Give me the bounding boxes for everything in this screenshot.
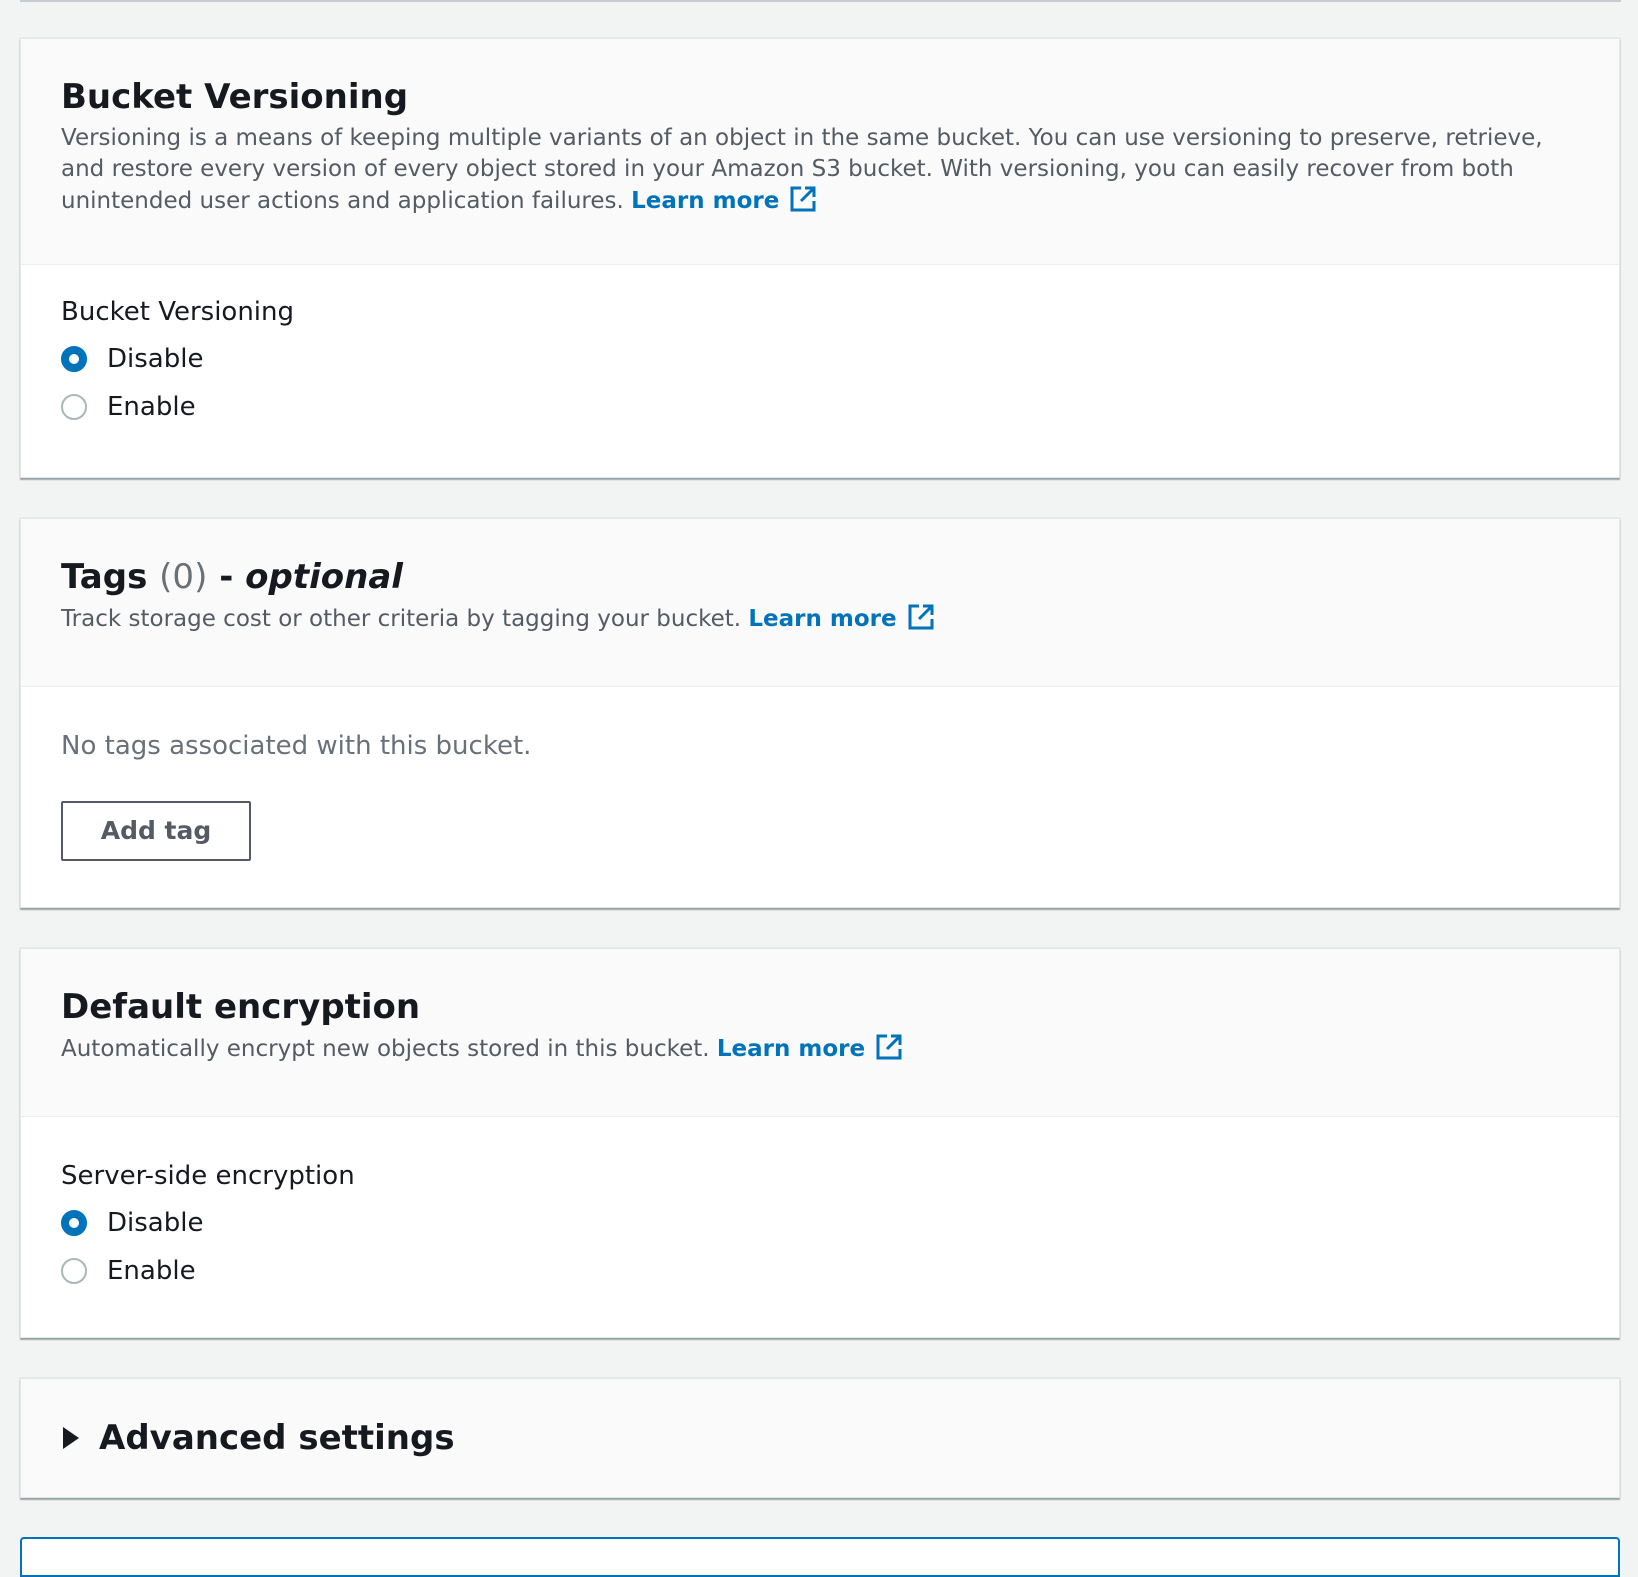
- title-dash: -: [219, 557, 234, 597]
- radio-button[interactable]: [61, 1258, 87, 1284]
- radio-encryption-disable[interactable]: Disable: [61, 1199, 1579, 1247]
- radio-label: Disable: [107, 1208, 204, 1238]
- external-link-icon: [908, 604, 934, 630]
- radio-versioning-enable[interactable]: Enable: [61, 383, 1579, 431]
- previous-panel-edge: [20, 0, 1621, 2]
- tags-count: (0): [159, 557, 208, 597]
- next-panel-edge: [20, 1537, 1620, 1577]
- description-text: Automatically encrypt new objects stored…: [61, 1036, 710, 1062]
- field-label: Bucket Versioning: [61, 297, 295, 327]
- panel-title: Default encryption: [61, 987, 421, 1027]
- tags-title: Tags: [61, 557, 148, 597]
- panel-header: Tags (0) - optional Track storage cost o…: [21, 519, 1619, 687]
- learn-more-link[interactable]: Learn more: [717, 1034, 903, 1062]
- description-text: Track storage cost or other criteria by …: [61, 606, 742, 632]
- caret-right-icon: [63, 1427, 79, 1449]
- panel-body: Bucket Versioning Disable Enable: [21, 265, 1619, 431]
- panel-description: Versioning is a means of keeping multipl…: [61, 123, 1579, 217]
- panel-description: Automatically encrypt new objects stored…: [61, 1033, 1579, 1065]
- external-link-icon: [790, 186, 816, 212]
- radio-versioning-disable[interactable]: Disable: [61, 335, 1579, 383]
- panel-title: Tags (0) - optional: [61, 557, 1579, 597]
- panel-header: Default encryption Automatically encrypt…: [21, 949, 1619, 1117]
- add-tag-button[interactable]: Add tag: [61, 801, 251, 861]
- panel-description: Track storage cost or other criteria by …: [61, 603, 1579, 635]
- advanced-settings-toggle[interactable]: Advanced settings: [21, 1379, 1619, 1497]
- bucket-versioning-panel: Bucket Versioning Versioning is a means …: [20, 38, 1620, 478]
- advanced-settings-panel: Advanced settings: [20, 1378, 1620, 1498]
- radio-button-selected[interactable]: [61, 346, 87, 372]
- panel-body: Server-side encryption Disable Enable: [21, 1117, 1619, 1295]
- radio-button-selected[interactable]: [61, 1210, 87, 1236]
- radio-label: Enable: [107, 392, 196, 422]
- empty-tags-message: No tags associated with this bucket.: [61, 731, 532, 761]
- learn-more-link[interactable]: Learn more: [748, 604, 934, 632]
- field-label: Server-side encryption: [61, 1161, 355, 1191]
- learn-more-link[interactable]: Learn more: [631, 186, 817, 214]
- panel-header: Bucket Versioning Versioning is a means …: [21, 39, 1619, 265]
- radio-button[interactable]: [61, 394, 87, 420]
- advanced-settings-title: Advanced settings: [99, 1418, 455, 1458]
- panel-title: Bucket Versioning: [61, 77, 409, 117]
- radio-label: Enable: [107, 1256, 196, 1286]
- external-link-icon: [876, 1034, 902, 1060]
- radio-label: Disable: [107, 344, 204, 374]
- optional-label: optional: [245, 557, 403, 597]
- default-encryption-panel: Default encryption Automatically encrypt…: [20, 948, 1620, 1338]
- panel-body: No tags associated with this bucket. Add…: [21, 687, 1619, 861]
- tags-panel: Tags (0) - optional Track storage cost o…: [20, 518, 1620, 908]
- radio-encryption-enable[interactable]: Enable: [61, 1247, 1579, 1295]
